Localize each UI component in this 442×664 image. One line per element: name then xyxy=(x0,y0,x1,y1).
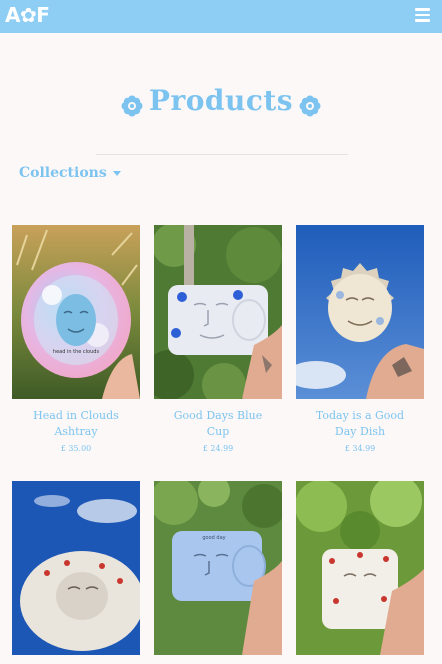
product-image[interactable] xyxy=(154,225,282,399)
product-name[interactable]: Today is a Good Day Dish xyxy=(296,408,424,440)
site-logo[interactable]: A✿F xyxy=(5,3,50,27)
collections-label: Collections xyxy=(19,165,107,181)
product-card[interactable]: good day xyxy=(154,481,282,664)
menu-button[interactable] xyxy=(415,8,430,22)
cup-inscription: good day xyxy=(202,535,225,541)
divider xyxy=(96,154,348,155)
product-image[interactable] xyxy=(296,225,424,399)
product-name[interactable]: Head in Clouds Ashtray xyxy=(12,408,140,440)
product-price: £ 34.99 xyxy=(344,444,376,453)
flower-icon xyxy=(299,95,321,116)
product-image[interactable]: head in the clouds xyxy=(12,225,140,399)
hamburger-icon xyxy=(415,8,430,22)
product-card[interactable]: Today is a Good Day Dish £ 34.99 xyxy=(296,225,424,453)
product-card[interactable] xyxy=(12,481,140,664)
product-card[interactable]: Good Days Blue Cup £ 24.99 xyxy=(154,225,282,453)
product-name[interactable]: Good Days Blue Cup xyxy=(154,408,282,440)
product-card[interactable]: head in the clouds Head in Clouds Ashtra… xyxy=(12,225,140,453)
flower-icon xyxy=(121,95,143,116)
product-image[interactable] xyxy=(296,481,424,655)
product-card[interactable] xyxy=(296,481,424,664)
caret-down-icon xyxy=(112,170,121,176)
product-image[interactable]: good day xyxy=(154,481,282,655)
dish-inscription: head in the clouds xyxy=(53,349,100,355)
product-price: £ 35.00 xyxy=(60,444,92,453)
page-title: Products xyxy=(148,84,294,117)
top-bar: A✿F xyxy=(0,0,442,33)
page-title-area: Products xyxy=(0,84,442,117)
product-image[interactable] xyxy=(12,481,140,655)
product-price: £ 24.99 xyxy=(202,444,234,453)
collections-dropdown[interactable]: Collections xyxy=(19,165,121,181)
